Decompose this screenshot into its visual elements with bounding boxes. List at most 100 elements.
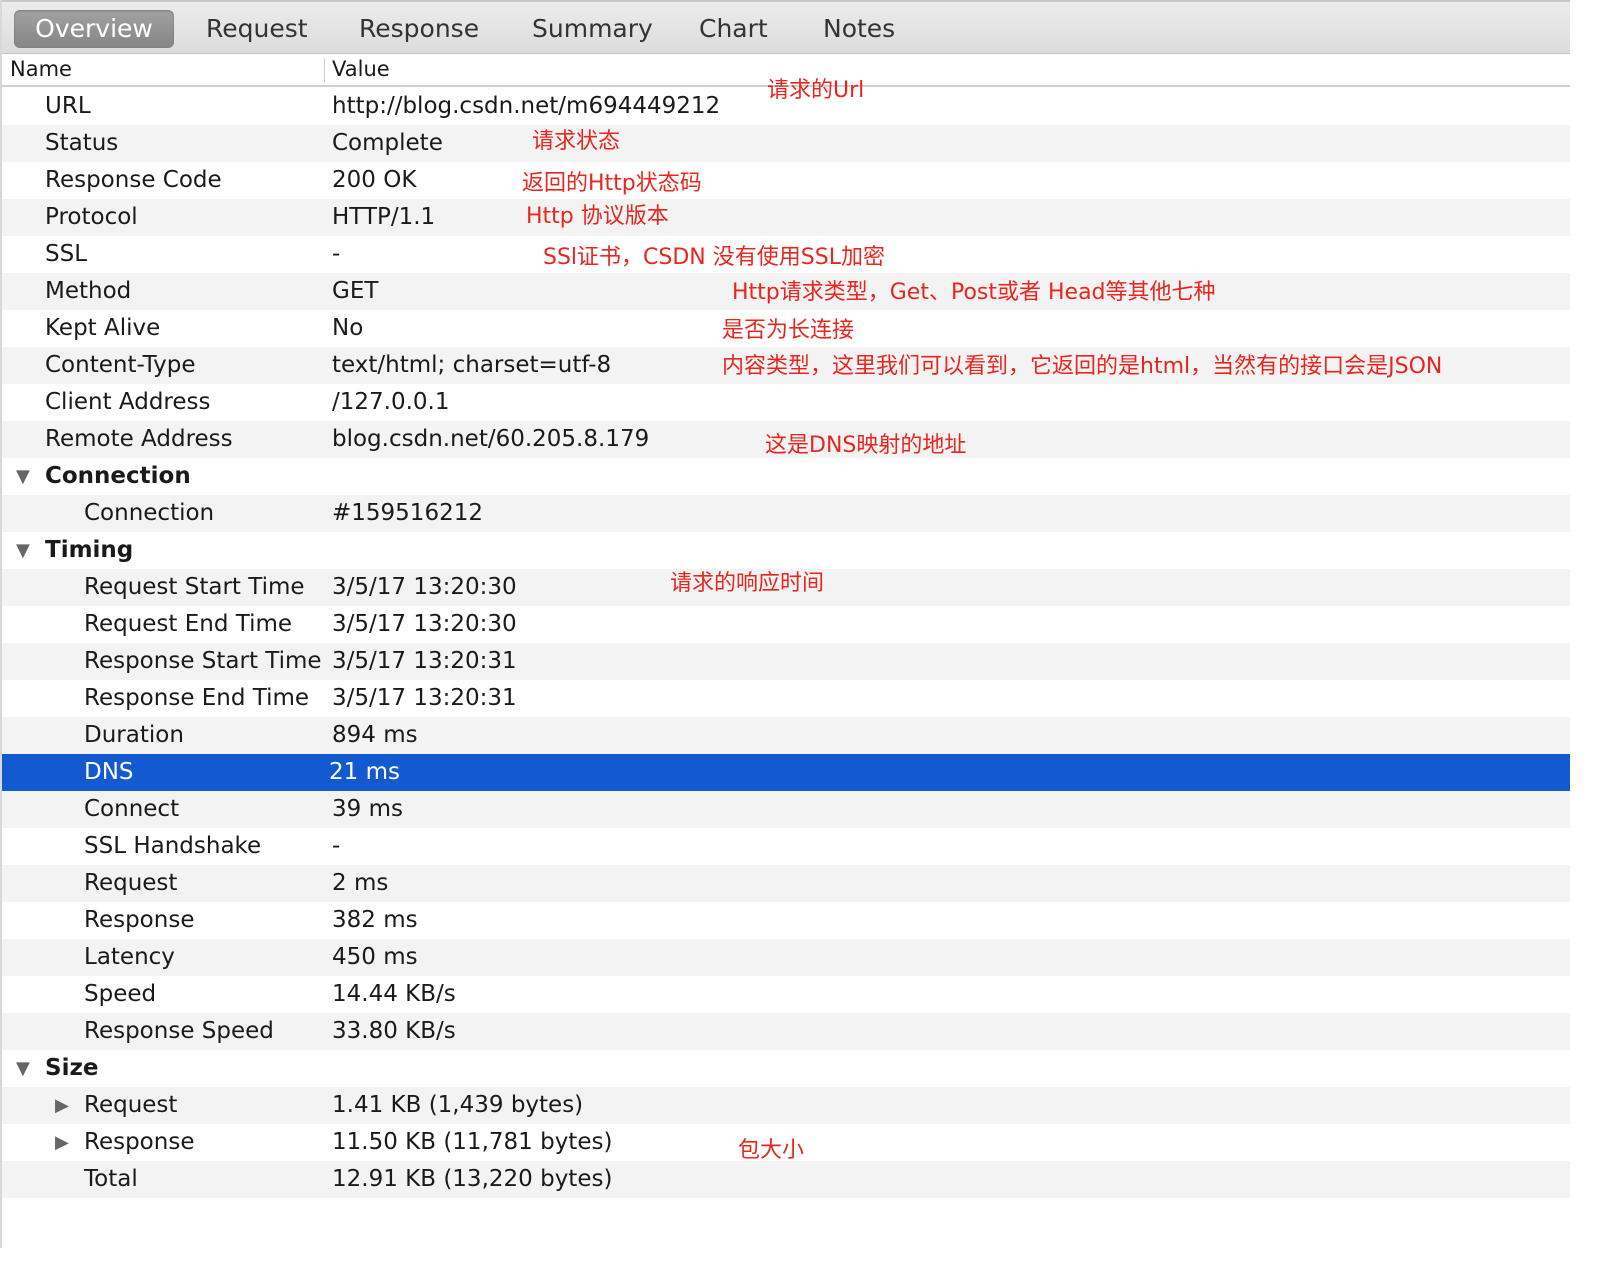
- row-name: Response Speed: [84, 1018, 274, 1044]
- row-name: Response Code: [45, 167, 222, 193]
- row-name: Request End Time: [84, 611, 293, 637]
- annotation-url: 请求的Url: [767, 78, 865, 103]
- row-value: 3/5/17 13:20:31: [332, 648, 517, 674]
- charles-overview-panel: Overview Request Response Summary Chart …: [0, 0, 1570, 1248]
- table-row[interactable]: Request End Time 3/5/17 13:20:30: [2, 606, 1570, 643]
- row-name: Connection: [84, 500, 215, 526]
- annotation-remote-address: 这是DNS映射的地址: [765, 433, 967, 458]
- row-value: blog.csdn.net/60.205.8.179: [332, 426, 650, 452]
- row-name: Latency: [84, 944, 175, 970]
- row-name: Response End Time: [84, 685, 310, 711]
- table-row[interactable]: Duration 894 ms: [2, 717, 1570, 754]
- row-name: Timing: [45, 537, 134, 563]
- row-value: No: [332, 315, 364, 341]
- row-name: URL: [45, 93, 91, 119]
- row-value: 2 ms: [332, 870, 389, 896]
- row-name: Size: [45, 1055, 99, 1081]
- row-value: GET: [332, 278, 379, 304]
- row-name: Status: [45, 130, 119, 156]
- name-column-header[interactable]: Name: [10, 54, 72, 85]
- row-name: Content-Type: [45, 352, 196, 378]
- row-value: 200 OK: [332, 167, 417, 193]
- annotation-size: 包大小: [738, 1138, 805, 1163]
- group-row-timing[interactable]: ▼ Timing: [2, 532, 1570, 569]
- row-value: /127.0.0.1: [332, 389, 450, 415]
- row-name: Duration: [84, 722, 184, 748]
- table-row[interactable]: [2, 1198, 1570, 1235]
- row-value: 11.50 KB (11,781 bytes): [332, 1129, 613, 1155]
- annotation-status: 请求状态: [532, 129, 621, 154]
- row-value: 3/5/17 13:20:31: [332, 685, 517, 711]
- table-row[interactable]: Client Address/127.0.0.1: [2, 384, 1570, 421]
- row-value: 382 ms: [332, 907, 418, 933]
- row-name: Remote Address: [45, 426, 233, 452]
- annotation-kept-alive: 是否为长连接: [722, 318, 855, 343]
- table-row[interactable]: Speed 14.44 KB/s: [2, 976, 1570, 1013]
- table-row[interactable]: Latency 450 ms: [2, 939, 1570, 976]
- tab-chart[interactable]: Chart: [699, 10, 768, 48]
- row-name: SSL: [45, 241, 88, 267]
- row-value: 12.91 KB (13,220 bytes): [332, 1166, 613, 1192]
- row-value: 39 ms: [332, 796, 403, 822]
- tab-request[interactable]: Request: [206, 10, 308, 48]
- table-row[interactable]: Response End Time 3/5/17 13:20:31: [2, 680, 1570, 717]
- tab-response[interactable]: Response: [359, 10, 479, 48]
- disclosure-expanded-icon[interactable]: ▼: [16, 532, 30, 569]
- table-row[interactable]: ▶ Request 1.41 KB (1,439 bytes): [2, 1087, 1570, 1124]
- row-value: 894 ms: [332, 722, 418, 748]
- row-value: 3/5/17 13:20:30: [332, 574, 517, 600]
- annotation-content-type: 内容类型，这里我们可以看到，它返回的是html，当然有的接口会是JSON: [722, 354, 1443, 379]
- row-value: 1.41 KB (1,439 bytes): [332, 1092, 584, 1118]
- row-name: Request: [84, 1092, 178, 1118]
- table-row[interactable]: Response Code 200 OK: [2, 162, 1570, 199]
- disclosure-expanded-icon[interactable]: ▼: [16, 458, 30, 495]
- row-name: Request: [84, 870, 178, 896]
- table-row[interactable]: DNS 21 ms: [2, 754, 1570, 791]
- row-value: 14.44 KB/s: [332, 981, 456, 1007]
- row-value: http://blog.csdn.net/m694449212: [332, 93, 721, 119]
- row-value: #159516212: [332, 500, 483, 526]
- row-value: -: [332, 833, 341, 859]
- table-row[interactable]: Protocol HTTP/1.1: [2, 199, 1570, 236]
- table-row[interactable]: Connect 39 ms: [2, 791, 1570, 828]
- row-name: Kept Alive: [45, 315, 161, 341]
- row-name: SSL Handshake: [84, 833, 262, 859]
- annotation-ssl: SSl证书，CSDN 没有使用SSL加密: [543, 245, 885, 270]
- disclosure-collapsed-icon[interactable]: ▶: [55, 1087, 69, 1124]
- annotation-method: Http请求类型，Get、Post或者 Head等其他七种: [732, 280, 1216, 305]
- table-row[interactable]: Connection #159516212: [2, 495, 1570, 532]
- value-column-header[interactable]: Value: [332, 54, 390, 85]
- annotation-protocol: Http 协议版本: [526, 204, 669, 229]
- row-name: Protocol: [45, 204, 138, 230]
- table-row[interactable]: Response Start Time 3/5/17 13:20:31: [2, 643, 1570, 680]
- column-divider[interactable]: [324, 58, 325, 82]
- disclosure-collapsed-icon[interactable]: ▶: [55, 1124, 69, 1161]
- group-row-connection[interactable]: ▼ Connection: [2, 458, 1570, 495]
- table-row[interactable]: Response Speed 33.80 KB/s: [2, 1013, 1570, 1050]
- row-value: Complete: [332, 130, 443, 156]
- group-row-size[interactable]: ▼ Size: [2, 1050, 1570, 1087]
- table-row[interactable]: Response 382 ms: [2, 902, 1570, 939]
- row-value: 3/5/17 13:20:30: [332, 611, 517, 637]
- row-name: Speed: [84, 981, 157, 1007]
- tab-notes[interactable]: Notes: [823, 10, 895, 48]
- table-row[interactable]: Request 2 ms: [2, 865, 1570, 902]
- row-value: 33.80 KB/s: [332, 1018, 456, 1044]
- row-name: Method: [45, 278, 132, 304]
- row-value: HTTP/1.1: [332, 204, 436, 230]
- row-value: 21 ms: [329, 759, 400, 785]
- row-name: Connection: [45, 463, 191, 489]
- row-value: 450 ms: [332, 944, 418, 970]
- row-name: Response: [84, 907, 195, 933]
- table-row[interactable]: SSL Handshake -: [2, 828, 1570, 865]
- row-name: Response Start Time: [84, 648, 322, 674]
- annotation-timing: 请求的响应时间: [670, 571, 825, 596]
- table-row[interactable]: Total 12.91 KB (13,220 bytes): [2, 1161, 1570, 1198]
- tab-summary[interactable]: Summary: [532, 10, 653, 48]
- tab-overview[interactable]: Overview: [14, 10, 174, 48]
- row-value: -: [332, 241, 341, 267]
- row-name: Client Address: [45, 389, 211, 415]
- disclosure-expanded-icon[interactable]: ▼: [16, 1050, 30, 1087]
- annotation-response-code: 返回的Http状态码: [522, 171, 702, 196]
- table-row[interactable]: Status Complete: [2, 125, 1570, 162]
